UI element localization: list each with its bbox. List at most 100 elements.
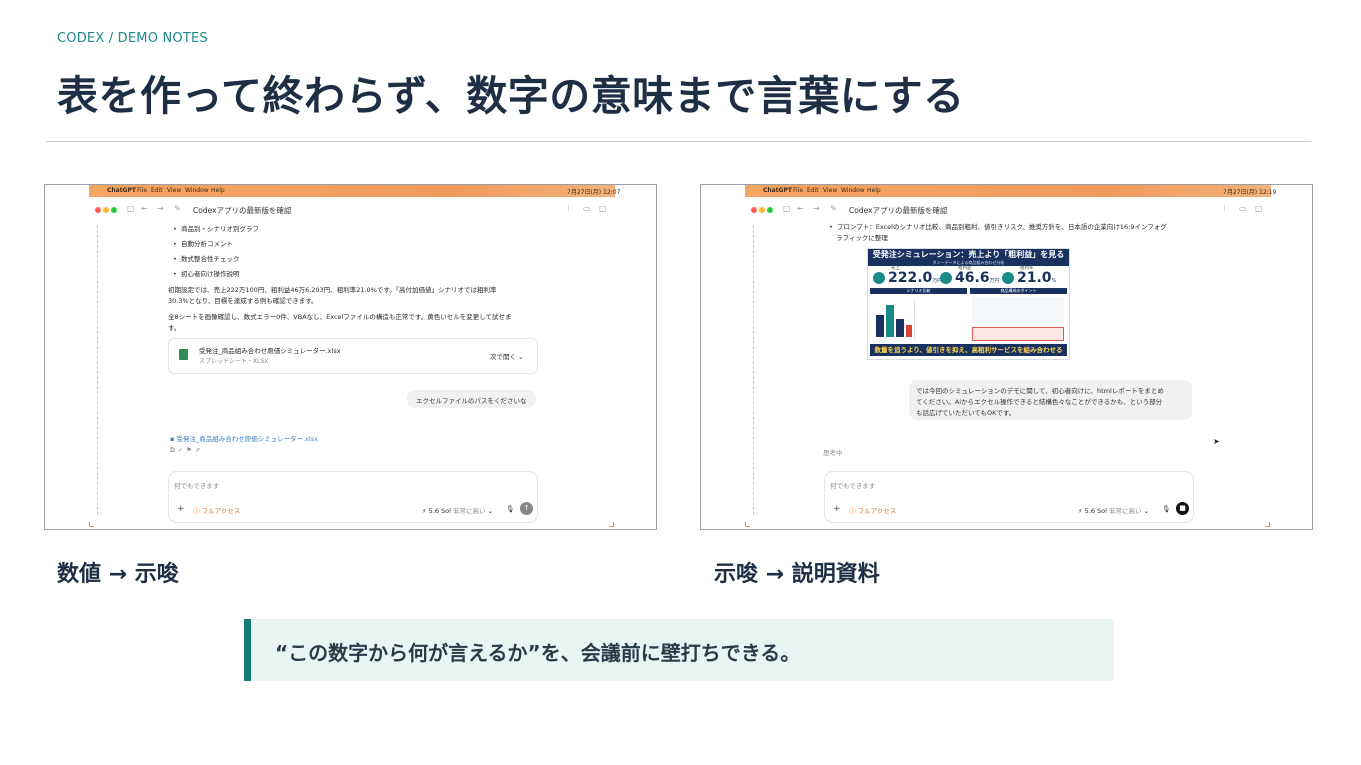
app-window-left: ChatGPT File Edit View Window Help 7月27日… [89,185,620,529]
back-arrow-icon[interactable]: ← [141,204,148,213]
menubar-clock: 7月27日(月) 12:07 [567,189,621,196]
scenario-band: シナリオ比較 [870,288,967,294]
message-actions[interactable]: ⧉✓⚑⇗ [170,446,203,455]
prompt-line-1: • プロンプト：Excelのシナリオ比較、商品別粗利、値引きリスク、推奨方針を、… [829,223,1167,231]
user-message-text: エクセルファイルのパスをくださいな [416,397,527,405]
add-icon[interactable]: + [177,504,185,514]
yen-icon [940,272,952,284]
kpi-sales: 売上 222.0万円 [873,266,942,286]
app-window-right: ChatGPT File Edit View Window Help 7月27日… [745,185,1276,529]
layout-icon[interactable]: ⁝ [567,204,570,213]
slide-title: 表を作って終わらず、数字の意味まで言葉にする [57,72,965,120]
stop-button[interactable]: ■ [1176,502,1189,515]
user-message-bubble: エクセルファイルのパスをくださいな [407,390,536,408]
split-icon[interactable]: ▢ [1255,204,1263,213]
model-selector[interactable]: ⚡ 5.6 Sol 非常に高い ⌄ [1078,505,1149,515]
file-type: スプレッドシート・XLSX [199,358,269,365]
menu-window[interactable]: Window [185,187,209,194]
user-message-line: では今回のシミュレーションのデモに関して、初心者向けに、htmlレポートをまとめ [916,387,1164,395]
summary-line-2: 30.3%となり、目標を達成する例も確認できます。 [168,297,318,305]
caption-right: 示唆 → 説明資料 [714,562,880,587]
mouse-cursor-icon: ➤ [1213,437,1220,446]
eyebrow-label: CODEX / DEMO NOTES [57,31,208,46]
infographic-header: 受発注シミュレーション：売上より「粗利益」を見る ダミーデータによる商品組み合わ… [868,249,1069,266]
sidebar-toggle-icon[interactable]: ▢ [783,204,791,213]
close-window-icon[interactable] [751,207,757,213]
menubar-app-name[interactable]: ChatGPT [107,187,136,194]
new-chat-icon[interactable]: ✎ [174,204,181,213]
composer-input[interactable]: 何でもできます [174,480,219,490]
composer[interactable]: 何でもできます + ⓘ フルアクセス ⚡ 5.6 Sol 非常に高い ⌄ 🎙 ■ [824,471,1194,523]
menu-edit[interactable]: Edit [807,187,819,194]
layout-icon[interactable]: ⁝ [1223,204,1226,213]
caption-left: 数値 → 示唆 [57,562,179,587]
back-arrow-icon[interactable]: ← [797,204,804,213]
mic-icon[interactable]: 🎙 [506,505,514,513]
window-title: Codexアプリの最新版を確認 [849,206,948,215]
mic-icon[interactable]: 🎙 [1162,505,1170,513]
menu-help[interactable]: Help [867,187,881,194]
forward-arrow-icon[interactable]: → [813,204,820,213]
check-line-1: 全8シートを画像確認し、数式エラー0件、VBAなし、Excelファイルの構造も正… [168,313,512,321]
send-button[interactable]: ↑ [520,502,533,515]
zoom-window-icon[interactable] [111,207,117,213]
file-link[interactable]: ▪ 受発注_商品組み合わせ原価シミュレーター.xlsx [170,433,318,443]
open-with-button[interactable]: 次で開く ⌄ [490,351,524,361]
composer[interactable]: 何でもできます + ⓘ フルアクセス ⚡ 5.6 Sol 非常に高い ⌄ 🎙 ↑ [168,471,538,523]
infographic-footer: 数量を追うより、値引きを抑え、高粗利サービスを組み合わせる [870,344,1067,356]
prompt-line-2: ラフィックに整理 [836,234,888,242]
selection-corner [745,522,750,527]
selection-corner [1265,522,1270,527]
callout-box: “この数字から何が言えるか”を、会議前に壁打ちできる。 [244,619,1114,681]
menu-file[interactable]: File [137,187,147,194]
chart-icon [873,272,885,284]
selection-corner [89,522,94,527]
scenario-bar [896,319,904,337]
menu-view[interactable]: View [167,187,181,194]
composer-input[interactable]: 何でもできます [830,480,875,490]
minimize-window-icon[interactable] [759,207,765,213]
selection-corner [609,522,614,527]
infographic-image[interactable]: 受発注シミュレーション：売上より「粗利益」を見る ダミーデータによる商品組み合わ… [867,248,1070,360]
window-toolbar: ▢ ← → ✎ Codexアプリの最新版を確認 ⁝ ▭ ▢ [745,201,1271,219]
menu-window[interactable]: Window [841,187,865,194]
scenario-bar [886,305,894,337]
user-message-line: も話広げていただいてもOKです。 [916,409,1016,417]
full-access-toggle[interactable]: ⓘ フルアクセス [193,505,240,515]
scenario-bar [906,325,912,337]
discount-risk-box [972,327,1064,341]
menu-edit[interactable]: Edit [151,187,163,194]
infographic-title: 受発注シミュレーション：売上より「粗利益」を見る [872,250,1065,259]
model-selector[interactable]: ⚡ 5.6 Sol 非常に高い ⌄ [422,505,493,515]
menu-view[interactable]: View [823,187,837,194]
bullet-item: • 数式整合性チェック [173,255,240,263]
forward-arrow-icon[interactable]: → [157,204,164,213]
menu-file[interactable]: File [793,187,803,194]
split-icon[interactable]: ▢ [599,204,607,213]
callout-text: “この数字から何が言えるか”を、会議前に壁打ちできる。 [275,641,801,665]
thinking-indicator: 思考中 [823,449,843,457]
spreadsheet-icon [179,349,188,360]
panel-icon[interactable]: ▭ [583,204,591,213]
kpi-margin: 粗利率 21.0% [1002,266,1056,286]
zoom-window-icon[interactable] [767,207,773,213]
product-points [972,297,1064,323]
new-chat-icon[interactable]: ✎ [830,204,837,213]
minimize-window-icon[interactable] [103,207,109,213]
pie-icon [1002,272,1014,284]
add-icon[interactable]: + [833,504,841,514]
sidebar-toggle-icon[interactable]: ▢ [127,204,135,213]
bullet-item: • 商品別・シナリオ別グラフ [173,225,259,233]
full-access-toggle[interactable]: ⓘ フルアクセス [849,505,896,515]
menu-help[interactable]: Help [211,187,225,194]
check-line-2: す。 [168,324,181,332]
close-window-icon[interactable] [95,207,101,213]
title-divider [46,141,1311,142]
menubar-app-name[interactable]: ChatGPT [763,187,792,194]
summary-line-1: 初期設定では、売上222万100円、粗利益46万6,203円、粗利率21.0%で… [168,286,497,294]
user-message-bubble: では今回のシミュレーションのデモに関して、初心者向けに、htmlレポートをまとめ… [909,380,1192,420]
file-attachment-card[interactable]: 受発注_商品組み合わせ原価シミュレーター.xlsx スプレッドシート・XLSX … [168,338,538,374]
mac-menubar: ChatGPT File Edit View Window Help 7月27日… [745,185,1276,197]
panel-icon[interactable]: ▭ [1239,204,1247,213]
screenshot-right: ChatGPT File Edit View Window Help 7月27日… [700,184,1313,530]
